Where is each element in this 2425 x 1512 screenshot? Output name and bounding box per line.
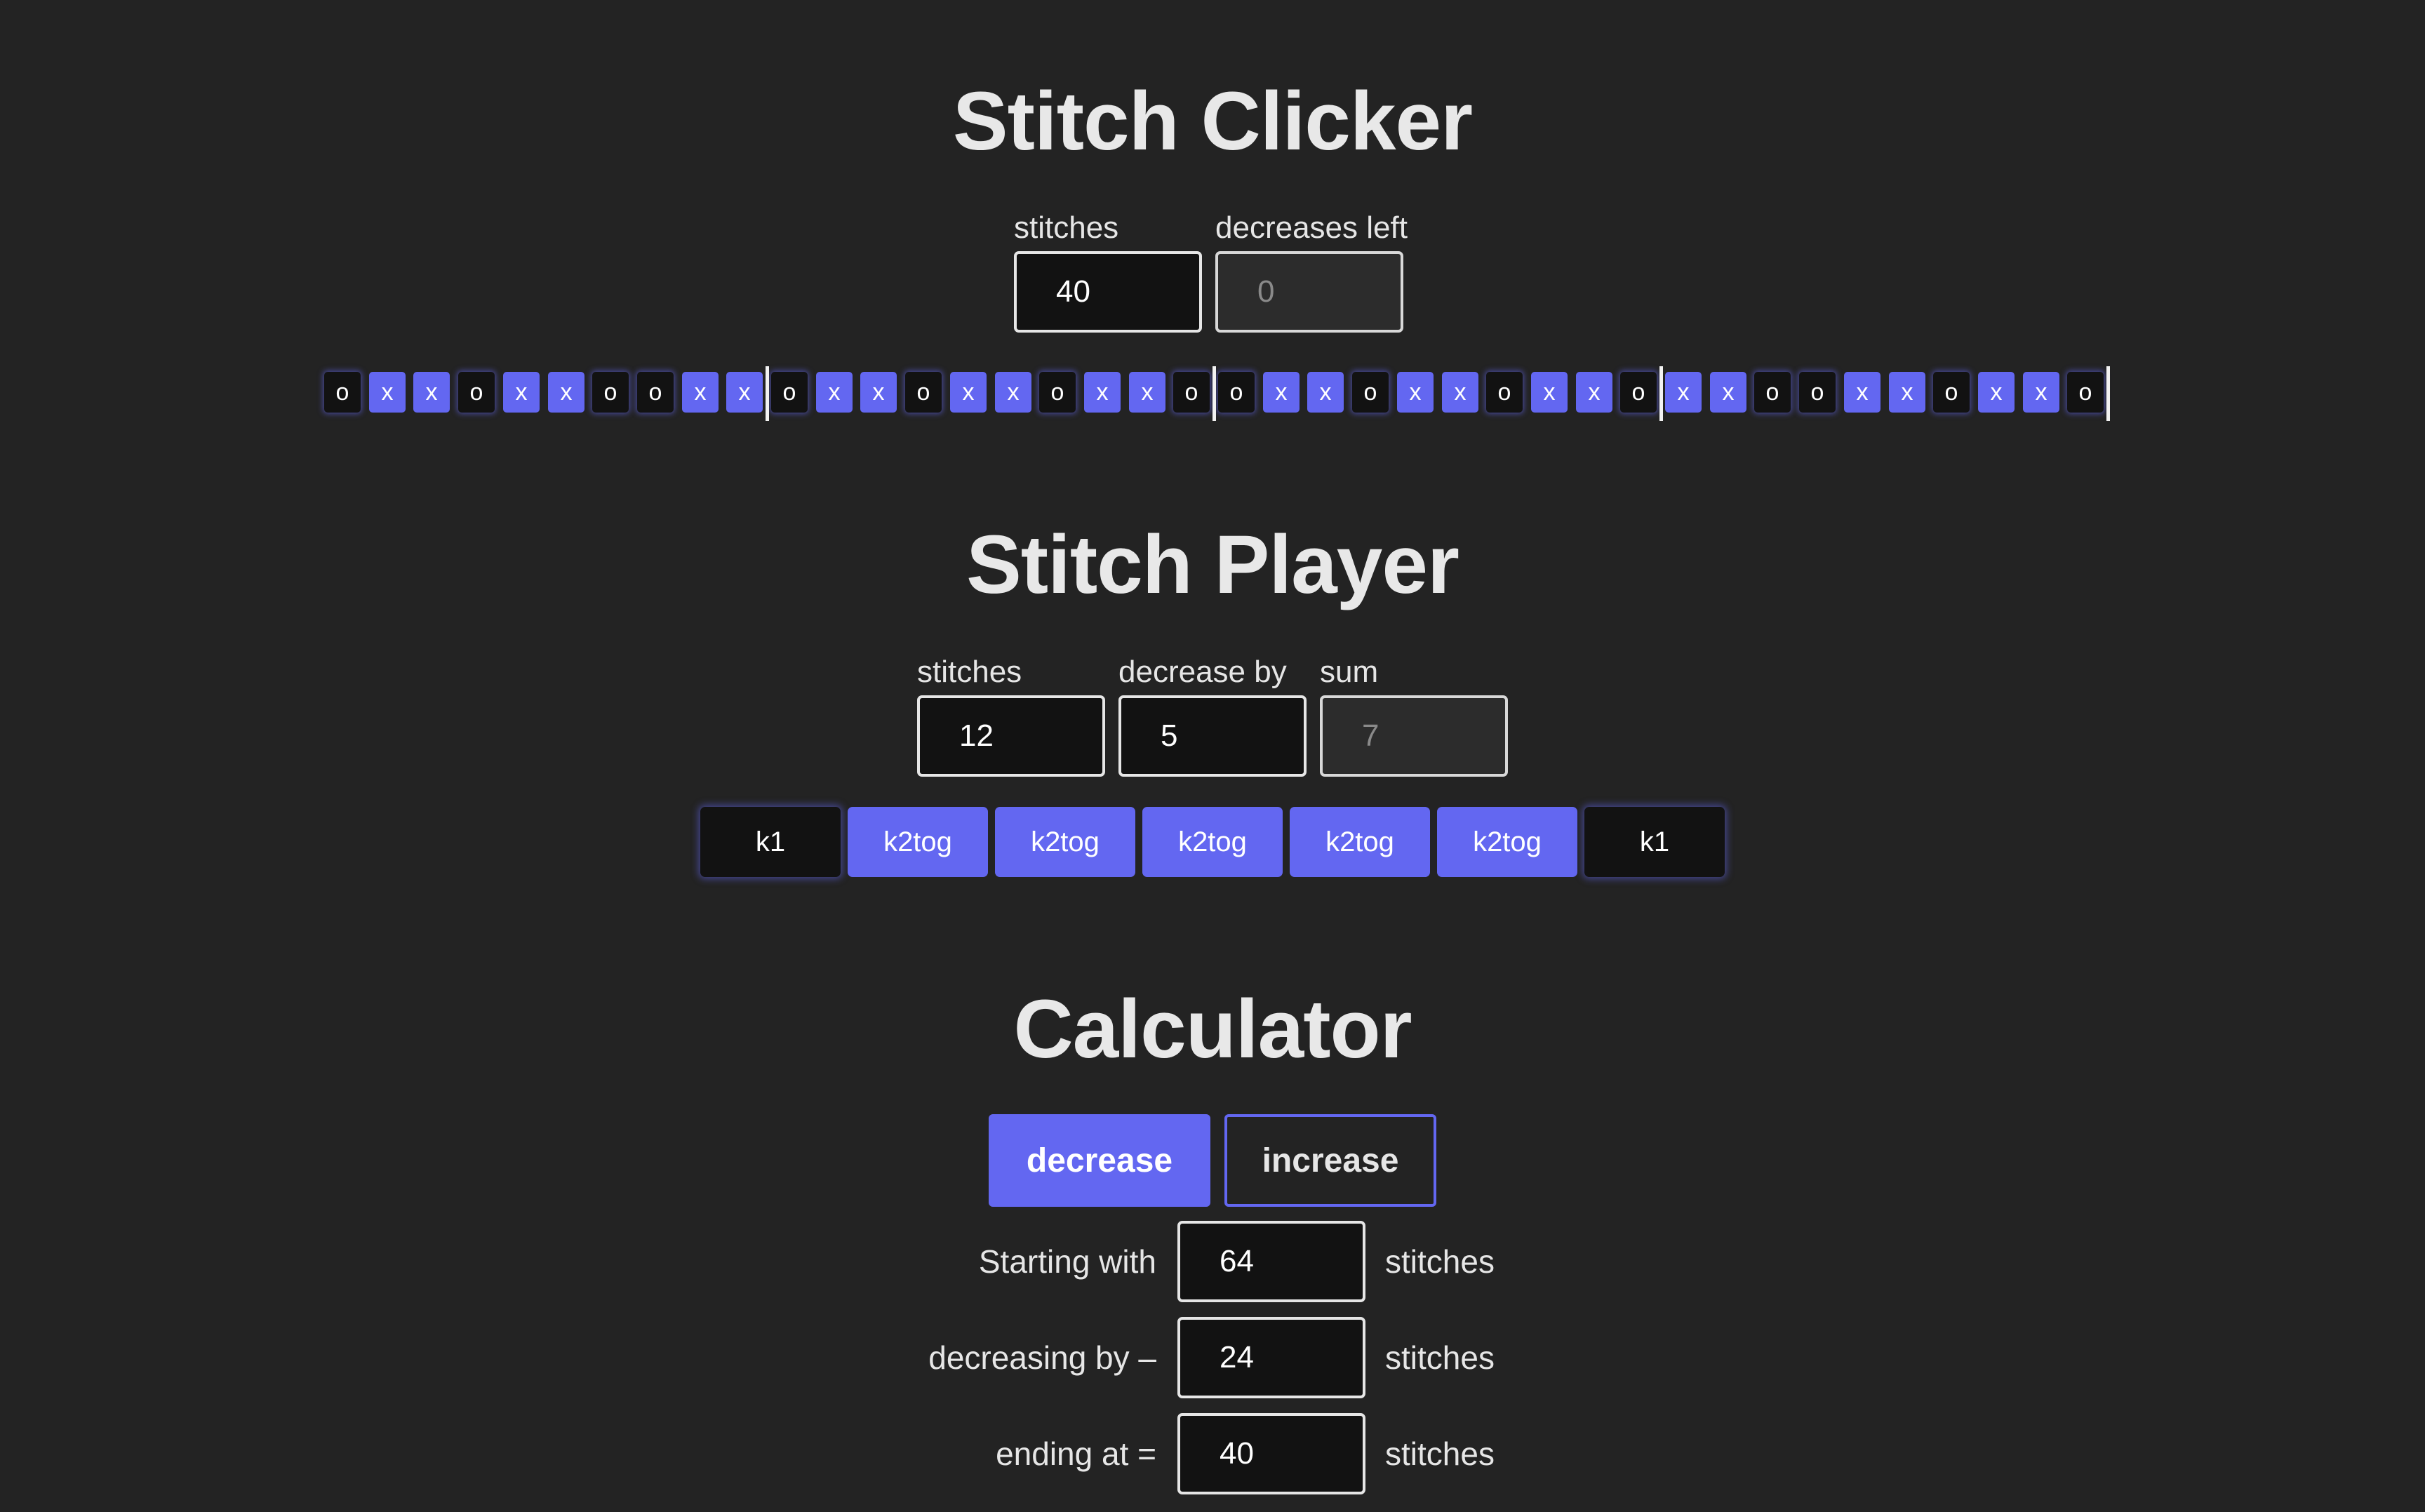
player-decrease-field: decrease by [1118,655,1307,777]
stitch-cell[interactable]: x [413,372,450,413]
stitch-step-button[interactable]: k2tog [1290,807,1430,877]
stitch-cell[interactable]: x [2023,372,2059,413]
clicker-stitches-field: stitches [1014,210,1202,333]
stitch-cell[interactable]: x [548,372,584,413]
clicker-decreases-label: decreases left [1215,210,1408,245]
stitch-cell[interactable]: x [1129,372,1165,413]
clicker-title: Stitch Clicker [952,75,1473,168]
stitch-cell[interactable]: x [1844,372,1880,413]
stitch-cell[interactable]: o [1352,372,1389,413]
calc-decreasing-unit: stitches [1385,1339,1495,1376]
stitch-cell[interactable]: x [950,372,987,413]
stitch-cell[interactable]: x [1576,372,1612,413]
stitch-cell[interactable]: o [905,372,942,413]
stitch-group-divider [1659,366,1663,421]
player-stitches-input[interactable] [917,695,1105,777]
calc-decreasing-label: decreasing by – [928,1339,1156,1376]
stitch-cell[interactable]: x [369,372,406,413]
calc-ending-input[interactable] [1177,1413,1365,1494]
stitch-step-button[interactable]: k2tog [1437,807,1577,877]
player-decrease-input[interactable] [1118,695,1307,777]
stitch-cell[interactable]: x [1665,372,1702,413]
stitch-cell[interactable]: x [816,372,853,413]
stitch-cell[interactable]: x [1978,372,2015,413]
page: Stitch Clicker stitches decreases left o… [0,0,2425,1512]
calc-starting-unit: stitches [1385,1243,1495,1280]
stitch-cell[interactable]: x [1889,372,1925,413]
stitch-cell[interactable]: x [1084,372,1121,413]
stitch-cell[interactable]: o [1486,372,1523,413]
stitch-cell[interactable]: o [458,372,495,413]
stitch-cell[interactable]: o [771,372,808,413]
decrease-mode-button[interactable]: decrease [989,1114,1210,1207]
stitch-step-button[interactable]: k2tog [995,807,1135,877]
stitch-step-button[interactable]: k1 [700,807,841,877]
stitch-cell[interactable]: x [1263,372,1300,413]
calc-ending-unit: stitches [1385,1436,1495,1472]
player-title: Stitch Player [966,519,1459,611]
stitch-group-divider [766,366,769,421]
calc-starting-input[interactable] [1177,1221,1365,1302]
stitch-cell[interactable]: o [1799,372,1836,413]
stitch-group-divider [1212,366,1216,421]
stitch-cell[interactable]: o [1620,372,1657,413]
calc-ending-label: ending at = [996,1436,1156,1472]
calculator-title: Calculator [1013,983,1412,1076]
clicker-stitches-input[interactable] [1014,251,1202,333]
calc-decreasing-input[interactable] [1177,1317,1365,1398]
player-sum-field: sum [1320,655,1508,777]
player-steps: k1 k2tog k2tog k2tog k2tog k2tog k1 [0,807,2425,880]
calc-starting-label: Starting with [978,1243,1156,1280]
clicker-stitches-label: stitches [1014,210,1119,245]
clicker-decreases-field: decreases left [1215,210,1408,333]
player-sum-input [1320,695,1508,777]
stitch-cell[interactable]: x [503,372,540,413]
stitch-cell[interactable]: o [592,372,629,413]
stitch-step-button[interactable]: k2tog [1142,807,1283,877]
stitch-cell[interactable]: o [1218,372,1255,413]
increase-mode-button[interactable]: increase [1224,1114,1436,1207]
stitch-cell[interactable]: o [2067,372,2104,413]
stitch-cell[interactable]: o [1754,372,1791,413]
stitch-group-divider [2106,366,2110,421]
calc-row-ending: ending at = stitches [0,1413,2425,1494]
stitch-cell[interactable]: x [1442,372,1478,413]
stitch-cell[interactable]: x [860,372,897,413]
stitch-cell[interactable]: x [1397,372,1434,413]
stitch-step-button[interactable]: k2tog [848,807,988,877]
stitch-cell[interactable]: x [1307,372,1344,413]
stitch-cell[interactable]: o [1039,372,1076,413]
player-stitches-field: stitches [917,655,1105,777]
stitch-row: oxxoxxooxxoxxoxxoxxooxxoxxoxxoxxooxxoxxo [0,365,2425,422]
calc-row-starting: Starting with stitches [0,1221,2425,1302]
player-sum-label: sum [1320,655,1379,689]
stitch-cell[interactable]: x [726,372,763,413]
clicker-decreases-input [1215,251,1403,333]
stitch-cell[interactable]: x [995,372,1031,413]
stitch-cell[interactable]: o [637,372,674,413]
player-decrease-label: decrease by [1118,655,1287,689]
stitch-cell[interactable]: x [1710,372,1746,413]
stitch-step-button[interactable]: k1 [1584,807,1725,877]
player-stitches-label: stitches [917,655,1022,689]
stitch-cell[interactable]: o [1173,372,1210,413]
stitch-cell[interactable]: x [1531,372,1568,413]
stitch-cell[interactable]: o [1933,372,1970,413]
stitch-cell[interactable]: o [324,372,361,413]
stitch-cell[interactable]: x [682,372,719,413]
calc-row-decreasing: decreasing by – stitches [0,1317,2425,1398]
